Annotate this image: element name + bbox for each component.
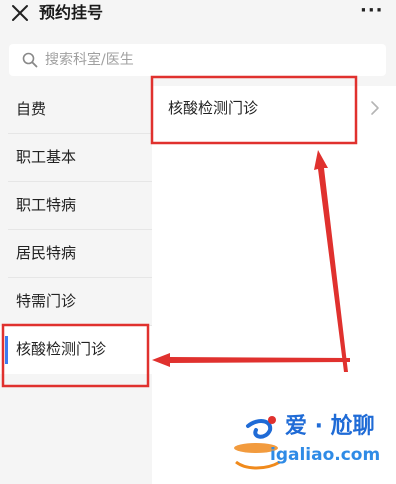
chevron-right-icon — [371, 101, 379, 115]
sidebar-item-employee-special-disease[interactable]: 职工特病 — [0, 182, 152, 230]
sidebar-item-self-pay[interactable]: 自费 — [0, 86, 152, 134]
search-input[interactable] — [45, 49, 345, 71]
sidebar-item-nucleic-acid-testing[interactable]: 核酸检测门诊 — [0, 326, 152, 374]
sidebar-item-special-needs-clinic[interactable]: 特需门诊 — [0, 278, 152, 326]
app-header: 预约挂号 ··· — [0, 0, 396, 34]
list-item-label: 核酸检测门诊 — [168, 99, 259, 117]
search-icon — [22, 52, 38, 68]
sidebar-item-label: 职工特病 — [16, 196, 77, 214]
department-list: 核酸检测门诊 — [152, 86, 396, 484]
sidebar-item-label: 职工基本 — [16, 148, 77, 166]
sidebar-item-label: 居民特病 — [16, 244, 77, 262]
more-menu-button[interactable]: ··· — [360, 2, 384, 20]
sidebar-item-label: 自费 — [16, 100, 47, 118]
department-category-sidebar: 自费 职工基本 职工特病 居民特病 特需门诊 核酸检测门诊 — [0, 86, 152, 484]
page-title: 预约挂号 — [39, 3, 104, 22]
list-item-nucleic-acid-testing[interactable]: 核酸检测门诊 — [152, 86, 396, 132]
sidebar-item-label: 核酸检测门诊 — [16, 340, 107, 358]
search-bar-container — [0, 34, 396, 86]
sidebar-item-label: 特需门诊 — [16, 292, 77, 310]
selected-indicator — [5, 336, 8, 364]
sidebar-item-employee-basic[interactable]: 职工基本 — [0, 134, 152, 182]
search-box[interactable] — [9, 44, 386, 76]
sidebar-item-resident-special-disease[interactable]: 居民特病 — [0, 230, 152, 278]
close-icon[interactable] — [10, 3, 30, 23]
